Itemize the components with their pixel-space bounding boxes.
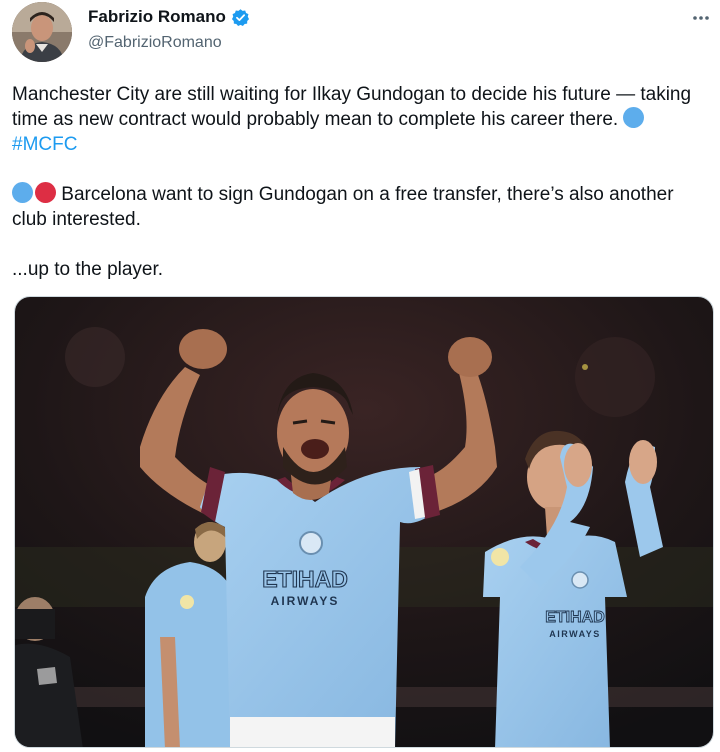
blue-circle-icon	[12, 182, 33, 203]
avatar-image	[12, 2, 72, 62]
tweet-photo[interactable]: ETIHAD AIRWAYS ETIHAD AIRWAYS	[14, 296, 714, 748]
tweet-card: Fabrizio Romano @FabrizioRomano Manchest…	[0, 0, 720, 752]
verified-badge-icon	[231, 8, 250, 27]
tweet-paragraph-1: Manchester City are still waiting for Il…	[12, 82, 708, 157]
author-display-name[interactable]: Fabrizio Romano	[88, 7, 226, 27]
blue-circle-icon	[623, 107, 645, 128]
author-handle[interactable]: @FabrizioRomano	[88, 34, 222, 52]
author-name-row: Fabrizio Romano	[88, 7, 250, 27]
tweet-text: Manchester City are still waiting for Il…	[12, 82, 708, 282]
shirt-sponsor-small-main: ETIHAD	[545, 609, 605, 626]
shirt-sponsor-small-sub: AIRWAYS	[549, 629, 601, 639]
tweet-paragraph-1-text: Manchester City are still waiting for Il…	[12, 84, 692, 130]
more-options-icon[interactable]	[688, 8, 714, 28]
tweet-paragraph-2: Barcelona want to sign Gundogan on a fre…	[12, 182, 708, 232]
hashtag-link[interactable]: #MCFC	[12, 134, 77, 155]
celebration-photo: ETIHAD AIRWAYS ETIHAD AIRWAYS	[15, 297, 713, 747]
shirt-sponsor-sub: AIRWAYS	[271, 594, 340, 608]
red-circle-icon	[35, 182, 56, 203]
shirt-sponsor-main: ETIHAD	[262, 566, 348, 592]
avatar[interactable]	[12, 2, 72, 62]
tweet-paragraph-3: ...up to the player.	[12, 259, 164, 280]
tweet-paragraph-2-text: Barcelona want to sign Gundogan on a fre…	[12, 184, 674, 230]
